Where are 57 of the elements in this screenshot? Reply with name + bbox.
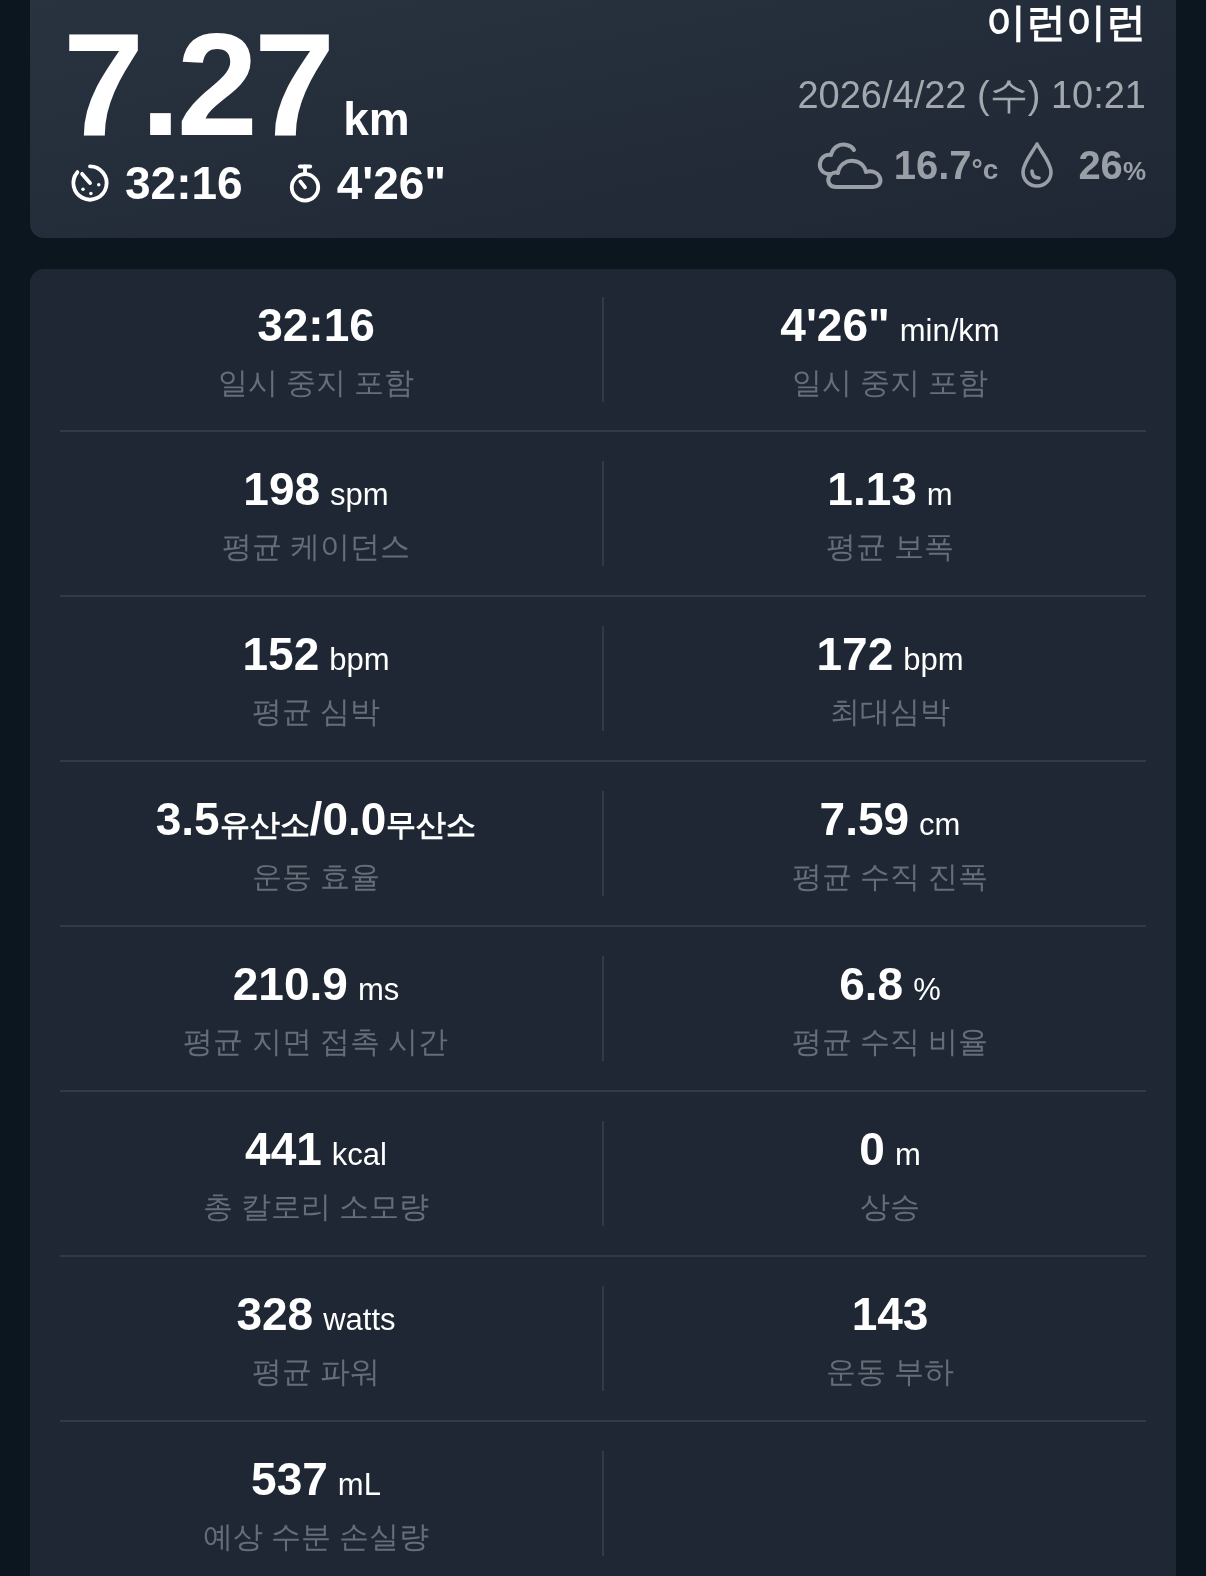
- distance-unit: km: [343, 96, 410, 142]
- metric-value: 3.5: [155, 795, 220, 842]
- metric-value: 6.8: [839, 960, 904, 1007]
- metric-label: 평균 파워: [251, 1356, 381, 1387]
- activity-datetime: 2026/4/22 (수) 10:21: [797, 76, 1146, 114]
- metric-value: 143: [851, 1290, 929, 1337]
- metric-unit: m: [894, 1138, 921, 1170]
- metric-unit: cm: [919, 808, 961, 840]
- metric-label: 평균 보폭: [825, 531, 955, 562]
- pace-value: 4'26": [336, 160, 447, 206]
- metric-unit: watts: [323, 1303, 396, 1335]
- metric-unit: min/km: [899, 314, 1000, 346]
- metric-unit: kcal: [331, 1138, 387, 1170]
- metric-unit: spm: [330, 478, 389, 510]
- metric-unit: bpm: [903, 643, 964, 675]
- temperature-unit: °c: [971, 156, 999, 184]
- metric-label: 운동 부하: [825, 1356, 955, 1387]
- metric-label: 총 칼로리 소모량: [202, 1191, 430, 1222]
- metric-unit: 유산소: [219, 809, 310, 840]
- humidity-value: 26: [1078, 145, 1123, 185]
- metric-value: 328: [236, 1290, 314, 1337]
- metric-value: 172: [816, 630, 894, 677]
- metric-label: 평균 심박: [251, 696, 381, 727]
- metric-value: /0.0: [309, 795, 387, 842]
- humidity-unit: %: [1122, 158, 1146, 184]
- metric-label: 평균 수직 비율: [791, 1026, 989, 1057]
- metric-unit: mL: [337, 1468, 381, 1500]
- duration-value: 32:16: [125, 160, 243, 206]
- metric-unit: 무산소: [386, 809, 477, 840]
- metric-label: 최대심박: [830, 696, 950, 727]
- timer-icon: [69, 162, 111, 204]
- metric-value: 0: [859, 1125, 885, 1172]
- metric-value: 4'26": [780, 301, 890, 348]
- metric-label: 평균 케이던스: [221, 531, 411, 562]
- temperature-value: 16.7: [893, 145, 972, 185]
- metric-unit: bpm: [329, 643, 390, 675]
- activity-title: 이런이런: [986, 2, 1146, 42]
- metric-value: 1.13: [827, 465, 917, 512]
- metric-unit: m: [926, 478, 953, 510]
- metric-label: 일시 중지 포함: [791, 367, 989, 398]
- distance-value: 7.27: [63, 12, 332, 158]
- metric-unit: %: [913, 973, 941, 1005]
- metric-label: 평균 지면 접촉 시간: [183, 1026, 449, 1057]
- metric-value: 537: [251, 1455, 328, 1502]
- metric-label: 예상 수분 손실량: [202, 1521, 430, 1552]
- metric-label: 일시 중지 포함: [217, 367, 415, 398]
- metric-label: 상승: [860, 1191, 920, 1222]
- metric-value: 210.9: [232, 960, 348, 1007]
- metric-value: 152: [242, 630, 320, 677]
- metric-unit: ms: [357, 973, 400, 1005]
- metric-label: 운동 효율: [251, 861, 381, 892]
- metric-label: 평균 수직 진폭: [791, 861, 989, 892]
- drop-icon: [1020, 141, 1055, 189]
- metric-value: 32:16: [257, 301, 375, 348]
- metric-value: 7.59: [819, 795, 910, 842]
- metric-value: 198: [243, 465, 321, 512]
- metric-value: 441: [245, 1125, 322, 1172]
